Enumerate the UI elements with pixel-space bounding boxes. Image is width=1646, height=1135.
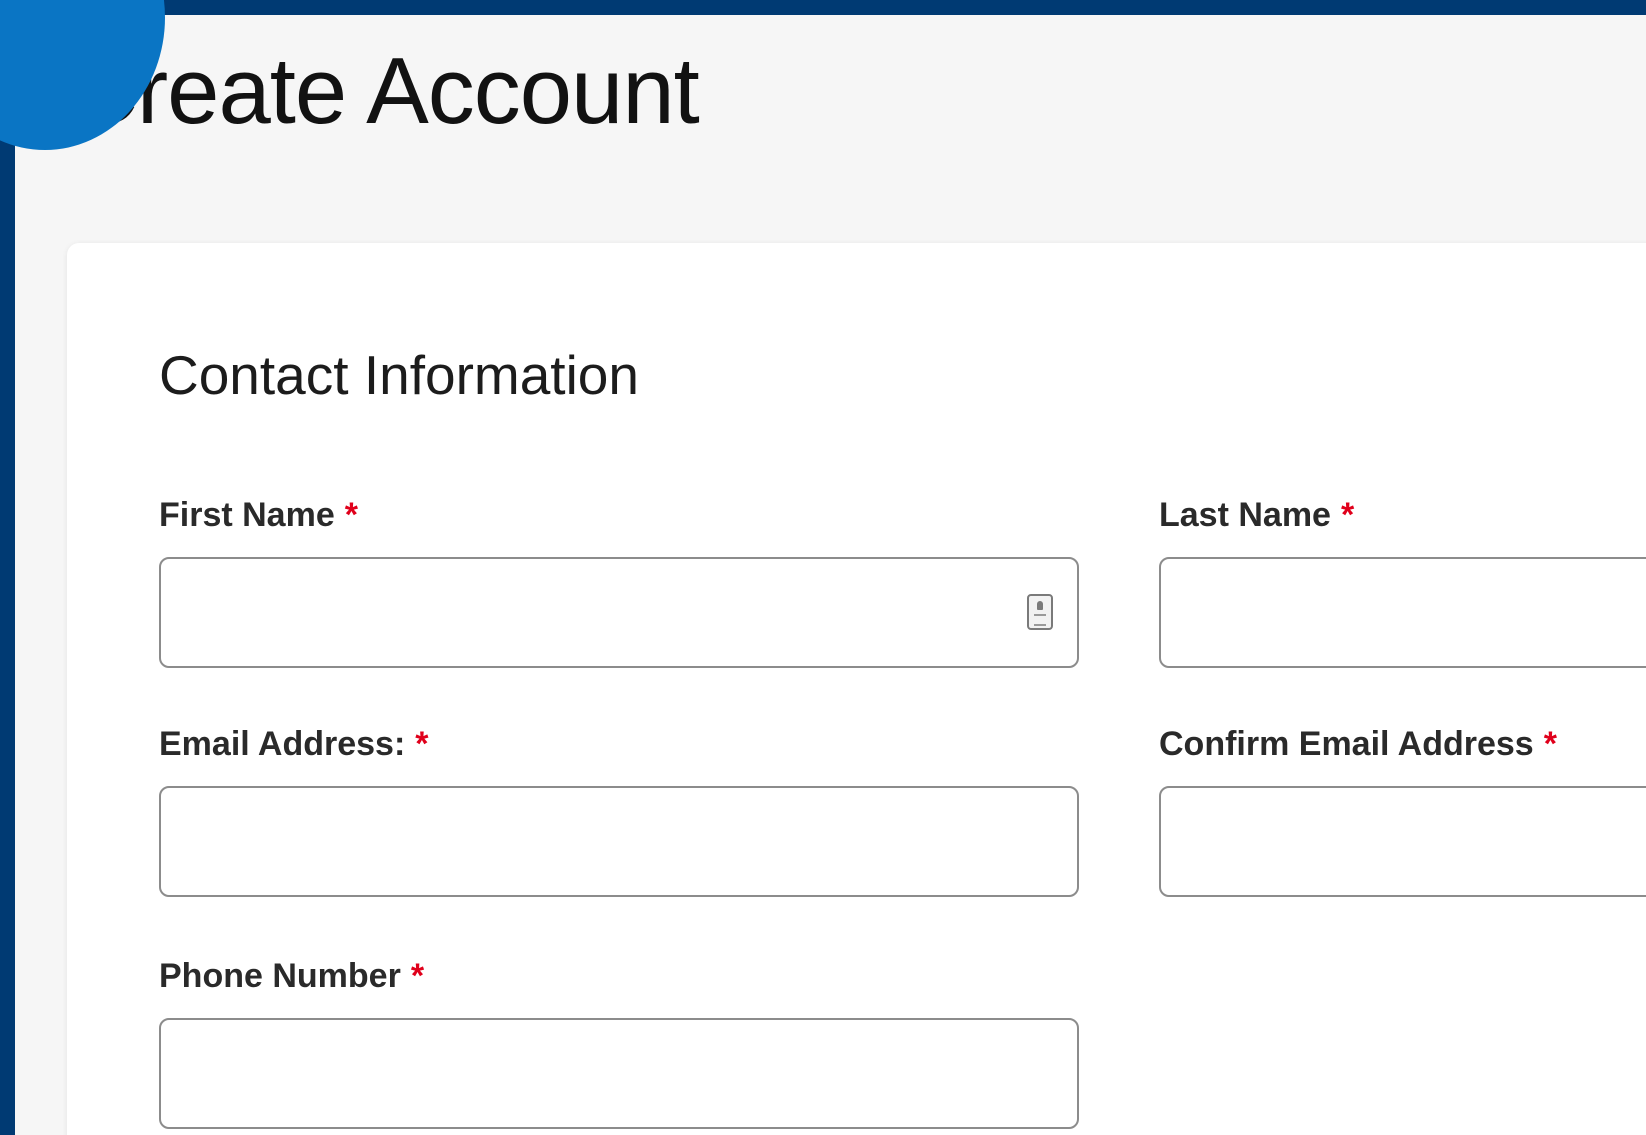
first-name-field: First Name * [159, 495, 1079, 668]
required-asterisk: * [1340, 496, 1355, 534]
email-label: Email Address: * [159, 724, 1079, 764]
phone-input[interactable] [161, 1020, 1077, 1127]
last-name-input[interactable] [1161, 559, 1646, 666]
email-input[interactable] [161, 788, 1077, 895]
section-title: Contact Information [159, 344, 639, 406]
first-name-label-text: First Name [159, 496, 335, 534]
confirm-email-label: Confirm Email Address * [1159, 724, 1646, 764]
confirm-email-label-text: Confirm Email Address [1159, 725, 1534, 763]
contact-card-icon[interactable] [1027, 594, 1053, 630]
required-asterisk: * [415, 725, 429, 763]
phone-field: Phone Number * [159, 956, 1079, 1129]
page-container: Create Account Contact Information First… [0, 0, 1646, 1135]
phone-input-box [159, 1018, 1079, 1129]
email-label-text: Email Address: [159, 725, 406, 763]
email-field: Email Address: * [159, 724, 1079, 897]
first-name-input[interactable] [161, 559, 1077, 666]
browser-viewport: Create Account Contact Information First… [0, 0, 1646, 1135]
phone-label-text: Phone Number [159, 957, 401, 995]
required-asterisk: * [410, 957, 425, 995]
required-asterisk: * [344, 496, 358, 534]
confirm-email-field: Confirm Email Address * [1159, 724, 1646, 897]
last-name-label-text: Last Name [1159, 496, 1331, 534]
contact-information-card: Contact Information First Name * Last Nam… [67, 243, 1646, 1135]
last-name-field: Last Name * [1159, 495, 1646, 668]
confirm-email-input[interactable] [1161, 788, 1646, 895]
first-name-input-box [159, 557, 1079, 668]
phone-label: Phone Number * [159, 956, 1079, 996]
last-name-label: Last Name * [1159, 495, 1646, 535]
first-name-label: First Name * [159, 495, 1079, 535]
page-title: Create Account [70, 38, 700, 143]
confirm-email-input-box [1159, 786, 1646, 897]
required-asterisk: * [1543, 725, 1557, 763]
last-name-input-box [1159, 557, 1646, 668]
email-input-box [159, 786, 1079, 897]
